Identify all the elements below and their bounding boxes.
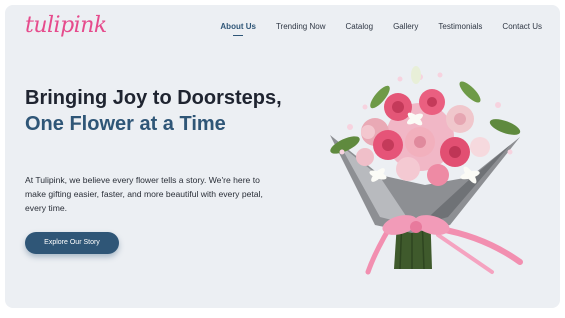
main-nav: About Us Trending Now Catalog Gallery Te…: [200, 22, 542, 31]
hero-headline-text: Bringing Joy to Doorsteps,: [25, 87, 282, 109]
nav-item-about-us[interactable]: About Us: [220, 22, 256, 31]
hero-headline: Bringing Joy to Doorsteps, One Flower at…: [25, 85, 295, 137]
nav-item-gallery[interactable]: Gallery: [393, 22, 418, 31]
hero-description: At Tulipink, we believe every flower tel…: [25, 175, 263, 213]
flower-bouquet-image: [330, 66, 523, 275]
page-frame: tulipink About Us Trending Now Catalog G…: [5, 5, 560, 308]
brand-logo[interactable]: tulipink: [25, 13, 107, 38]
explore-story-button[interactable]: Explore Our Story: [25, 232, 119, 254]
hero-headline-accent: One Flower at a Time: [25, 113, 226, 135]
nav-item-catalog[interactable]: Catalog: [345, 22, 373, 31]
nav-item-contact-us[interactable]: Contact Us: [502, 22, 542, 31]
nav-item-trending-now[interactable]: Trending Now: [276, 22, 326, 31]
nav-item-testimonials[interactable]: Testimonials: [438, 22, 482, 31]
